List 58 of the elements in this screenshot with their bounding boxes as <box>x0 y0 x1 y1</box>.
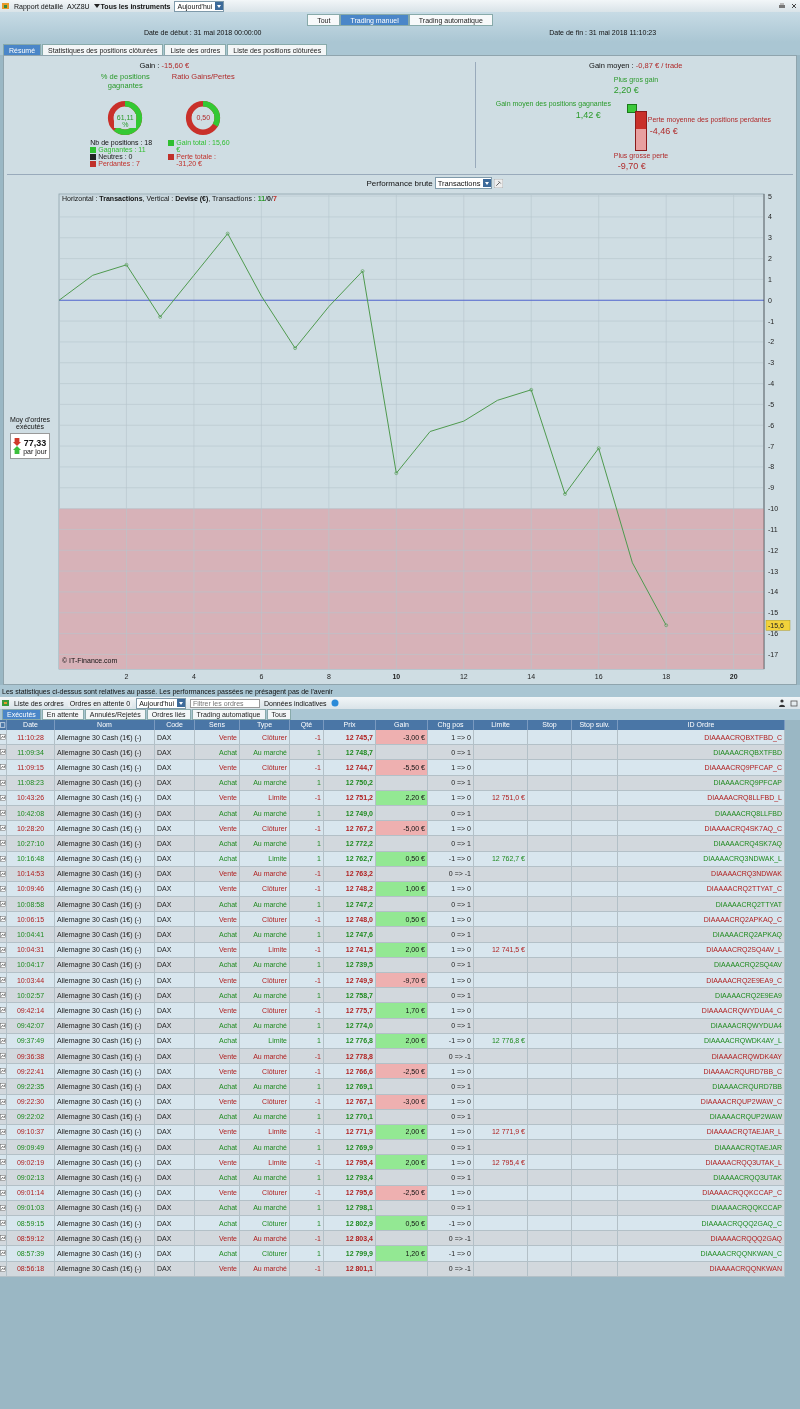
chart-icon[interactable] <box>0 840 6 847</box>
chart-icon[interactable] <box>0 825 6 832</box>
dropdown-icon <box>215 2 224 10</box>
report-icon <box>2 2 10 10</box>
caret-icon[interactable] <box>93 3 100 9</box>
chart-icon[interactable] <box>0 794 6 801</box>
chart-icon[interactable] <box>0 1098 6 1105</box>
info-icon[interactable] <box>330 699 339 707</box>
orders-per-day-value: 77,33 <box>23 437 47 448</box>
chart-icon[interactable] <box>0 1113 6 1120</box>
chart-icon[interactable] <box>0 810 6 817</box>
chart-icon[interactable] <box>0 946 6 953</box>
average-win-value: 1,42 € <box>575 110 601 120</box>
gain-bar <box>626 104 637 113</box>
max-loss-value: -9,70 € <box>617 161 646 171</box>
chart-icon[interactable] <box>0 1007 6 1014</box>
chart-icon[interactable] <box>0 764 6 771</box>
chart-icon[interactable] <box>0 1144 6 1151</box>
chart-icon[interactable] <box>0 734 6 741</box>
max-gain-value: 2,20 € <box>613 85 639 95</box>
chart-icon[interactable] <box>0 870 6 877</box>
chart-icon[interactable] <box>0 1220 6 1227</box>
chart-icon[interactable] <box>0 1068 6 1075</box>
chart-icon[interactable] <box>0 977 6 984</box>
chart-icon[interactable] <box>0 1083 6 1090</box>
chart-icon[interactable] <box>0 1235 6 1242</box>
chart-icon[interactable] <box>0 916 6 923</box>
chart-icon[interactable] <box>0 1037 6 1044</box>
chart-icon[interactable] <box>0 1053 6 1060</box>
chart-icon[interactable] <box>0 961 6 968</box>
chart-icon[interactable] <box>0 1250 6 1257</box>
average-loss-value: -4,46 € <box>649 126 678 136</box>
chart-icon[interactable] <box>0 1174 6 1181</box>
loss-bar <box>634 111 647 151</box>
chart-icon[interactable] <box>0 901 6 908</box>
chart-icon[interactable] <box>0 749 6 756</box>
columns-icon[interactable] <box>0 722 6 728</box>
tool-icon[interactable] <box>494 178 504 188</box>
window-icon[interactable] <box>790 699 798 707</box>
list-icon <box>2 699 10 707</box>
chart-icon[interactable] <box>0 1128 6 1135</box>
chart-icon[interactable] <box>0 885 6 892</box>
chart-icon[interactable] <box>0 1265 6 1272</box>
chart-icon[interactable] <box>0 992 6 999</box>
printer-icon[interactable] <box>778 2 786 10</box>
chart-icon[interactable] <box>0 1189 6 1196</box>
chart-icon[interactable] <box>0 1022 6 1029</box>
chart-icon[interactable] <box>0 779 6 786</box>
dropdown-icon <box>483 179 492 187</box>
chart-icon[interactable] <box>0 1204 6 1211</box>
close-icon[interactable] <box>790 2 798 10</box>
chart-title: Performance brute <box>366 178 433 188</box>
arrows-icon <box>13 436 22 456</box>
chart-icon[interactable] <box>0 931 6 938</box>
chart-icon[interactable] <box>0 1159 6 1166</box>
dropdown-icon <box>176 699 185 707</box>
person-icon[interactable] <box>778 699 786 707</box>
chart-icon[interactable] <box>0 855 6 862</box>
